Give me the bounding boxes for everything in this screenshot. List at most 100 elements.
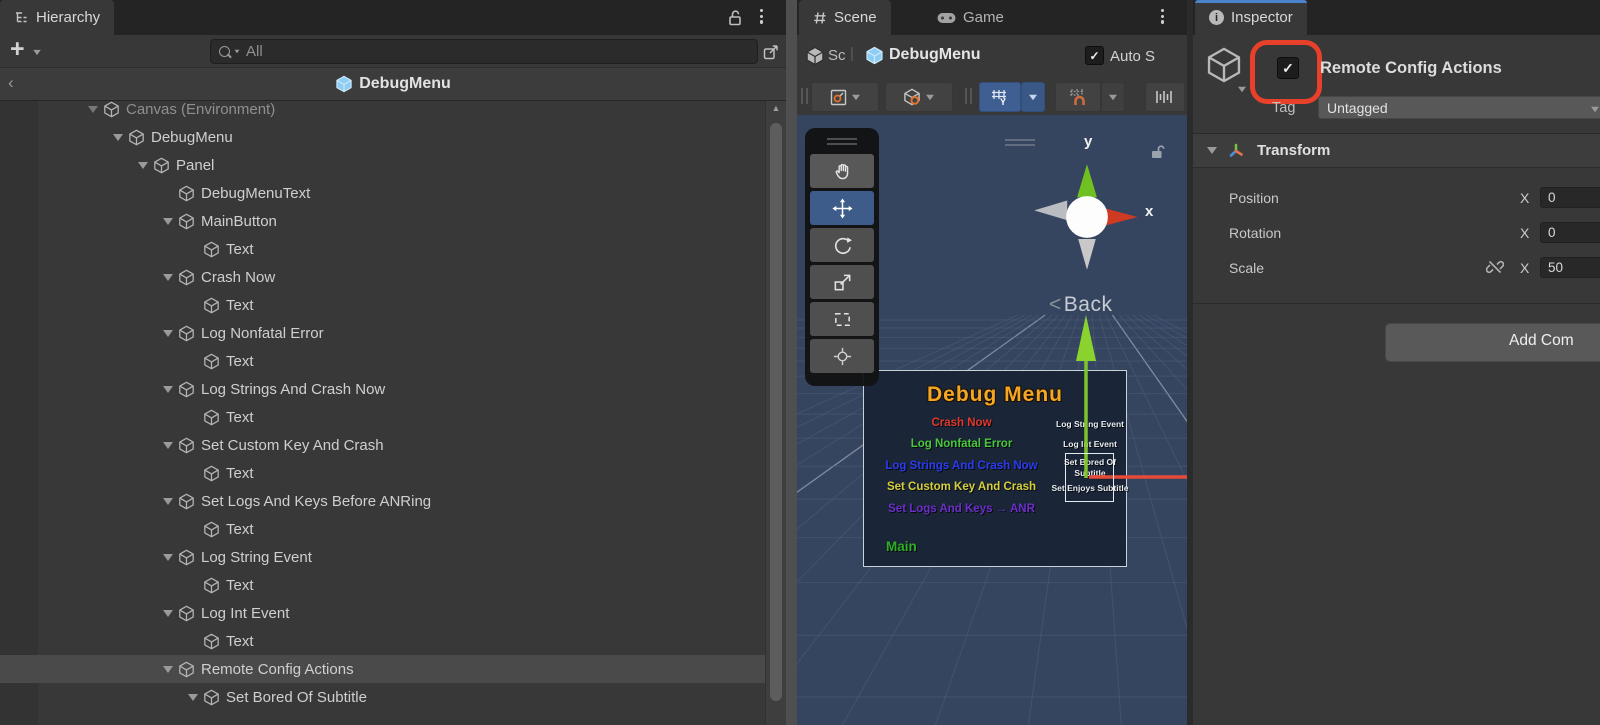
create-add-button[interactable]: + [10,35,25,64]
toolbar-grip[interactable] [801,88,808,104]
transform-component-header[interactable]: Transform [1193,134,1600,168]
toolbar-grip-2[interactable] [965,88,972,104]
transform-tool-button[interactable] [810,339,874,373]
rotate-tool-button[interactable] [810,228,874,262]
scale-x-field[interactable]: 50 [1540,257,1600,278]
search-filter-arrow-icon[interactable] [235,50,240,54]
gameobject-cube-icon [203,297,220,314]
gameobject-cube-icon [203,353,220,370]
foldout-arrow-icon[interactable] [113,134,123,141]
gameobject-icon[interactable] [1205,46,1243,84]
gameobject-icon-dropdown-arrow[interactable] [1238,87,1246,93]
hierarchy-search-field[interactable]: All [210,39,758,64]
hierarchy-scrollbar[interactable]: ▲ [765,101,786,725]
hierarchy-tree-row[interactable]: DebugMenuText [0,179,786,207]
prefab-breadcrumb-title: DebugMenu [359,75,451,93]
foldout-arrow-icon[interactable] [188,694,198,701]
hierarchy-tree-row[interactable]: Remote Config Actions [0,655,786,683]
local-global-dropdown-arrow-icon[interactable] [926,94,934,100]
scrollbar-thumb[interactable] [770,123,782,701]
foldout-arrow-icon[interactable] [138,162,148,169]
hierarchy-tree-row[interactable]: Set Bored Of Subtitle [0,683,786,711]
tab-scene[interactable]: Scene [799,0,891,35]
pivot-dropdown-arrow-icon[interactable] [852,94,860,100]
scene-viewport[interactable]: Debug Menu Crash NowLog Nonfatal ErrorLo… [797,115,1187,725]
foldout-arrow-icon[interactable] [163,218,173,225]
hierarchy-tree-row[interactable]: Panel [0,151,786,179]
component-divider [1193,303,1600,304]
scene-view-toolbar: Y [797,77,1187,115]
increment-snap-ruler-button[interactable] [1145,82,1185,112]
foldout-arrow-icon[interactable] [163,610,173,617]
grid-visibility-button[interactable]: Y [979,82,1021,112]
hierarchy-tree-row[interactable]: Text [0,347,786,375]
transform-foldout-arrow-icon[interactable] [1207,147,1217,154]
hierarchy-tree-row[interactable]: Log Strings And Crash Now [0,375,786,403]
foldout-arrow-icon[interactable] [163,442,173,449]
hierarchy-tree-row[interactable]: Text [0,291,786,319]
hierarchy-tree-row[interactable]: MainButton [0,207,786,235]
gameobject-name[interactable]: Remote Config Actions [1320,59,1502,78]
tool-handle-rotation-button[interactable] [885,82,953,112]
hierarchy-tree-row[interactable]: Log Nonfatal Error [0,319,786,347]
tools-overlay-grip[interactable] [827,135,857,148]
orientation-gizmo[interactable] [1032,162,1142,272]
tree-item-label: Log String Event [201,549,312,566]
hierarchy-tree-row[interactable]: DebugMenu [0,123,786,151]
position-x-field[interactable]: 0 [1540,187,1600,208]
foldout-arrow-icon[interactable] [163,554,173,561]
lock-icon[interactable] [726,9,744,26]
scale-link-off-icon[interactable] [1486,258,1504,276]
foldout-arrow-icon[interactable] [163,330,173,337]
hierarchy-tree-row[interactable]: Log String Event [0,543,786,571]
add-component-button[interactable]: Add Com [1385,323,1600,362]
hierarchy-tree-row[interactable]: Text [0,627,786,655]
foldout-arrow-icon[interactable] [163,666,173,673]
hierarchy-tree-row[interactable]: Canvas (Environment) [0,101,786,123]
tag-dropdown[interactable]: Untagged [1318,96,1600,119]
auto-save-checkbox[interactable]: ✓ [1085,46,1104,65]
foldout-arrow-icon[interactable] [163,386,173,393]
tab-game[interactable]: Game [923,0,1018,35]
scene-picker-icon[interactable] [762,42,781,61]
hierarchy-tree-row[interactable]: Text [0,235,786,263]
panel-splitter-left[interactable] [786,0,797,725]
hierarchy-tree-row[interactable]: Log Int Event [0,599,786,627]
scale-tool-button[interactable] [810,265,874,299]
snap-increment-button[interactable] [1055,82,1101,112]
gizmo-overlay-grip[interactable] [1005,136,1035,149]
view-hand-tool-button[interactable] [810,154,874,188]
move-tool-button[interactable] [810,191,874,225]
gizmo-lock-icon[interactable] [1149,144,1166,160]
hierarchy-tree-row[interactable]: Text [0,459,786,487]
scene-crumb-label[interactable]: Sc [828,47,846,64]
grid-dropdown-button[interactable] [1021,82,1045,112]
hierarchy-tree-row[interactable]: Crash Now [0,263,786,291]
tool-handle-position-button[interactable] [811,82,879,112]
tree-item-label: Log Nonfatal Error [201,325,324,342]
hierarchy-tree-row[interactable]: Set Logs And Keys Before ANRing [0,487,786,515]
foldout-arrow-icon[interactable] [163,274,173,281]
hierarchy-menu-kebab-icon[interactable] [760,9,763,24]
snap-dropdown-button[interactable] [1101,82,1125,112]
scrollbar-up-arrow-icon[interactable]: ▲ [766,103,786,113]
scale-x-axis-label: X [1520,260,1529,276]
focused-tab-accent [1195,0,1307,3]
tab-hierarchy[interactable]: Hierarchy [0,0,114,35]
foldout-arrow-icon[interactable] [88,106,98,113]
ui-selection-rect [1065,453,1114,502]
gizmo-y-axis-label[interactable]: y [1084,133,1092,150]
create-dropdown-arrow-icon[interactable] [33,50,41,55]
hierarchy-tree-row[interactable]: Text [0,571,786,599]
prefab-crumb-title[interactable]: DebugMenu [889,46,981,64]
rect-tool-button[interactable] [810,302,874,336]
rotation-x-field[interactable]: 0 [1540,222,1600,243]
hierarchy-tree-row[interactable]: Text [0,515,786,543]
inspector-panel: i Inspector ✓ Remote Config Actions Tag … [1193,0,1600,725]
scene-menu-kebab-icon[interactable] [1161,9,1164,24]
tab-inspector[interactable]: i Inspector [1195,0,1307,35]
gizmo-x-axis-label[interactable]: x [1145,203,1153,220]
hierarchy-tree-row[interactable]: Set Custom Key And Crash [0,431,786,459]
hierarchy-tree-row[interactable]: Text [0,403,786,431]
foldout-arrow-icon[interactable] [163,498,173,505]
